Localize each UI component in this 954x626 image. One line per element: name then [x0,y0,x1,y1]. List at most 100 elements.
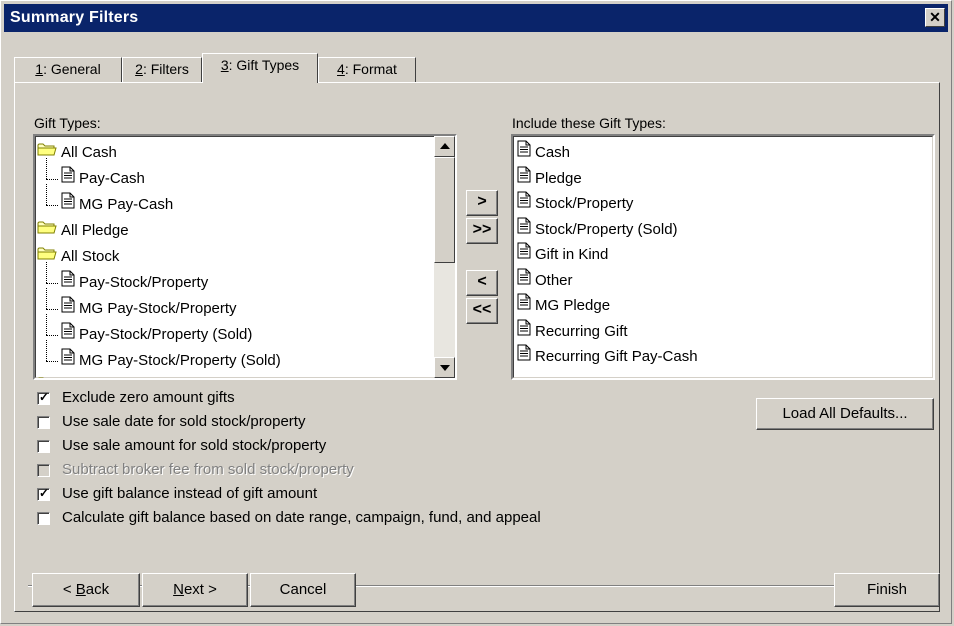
include-item[interactable]: Cash [517,140,570,166]
document-icon [61,192,75,218]
tree-line [46,205,58,206]
include-item[interactable]: Recurring Gift Pay-Cash [517,344,698,370]
gift-type-item[interactable]: MG Pay-Stock/Property (Sold) [61,348,281,374]
gift-types-label: Gift Types: [34,115,101,131]
gift-type-label: Pay-Cash [79,170,145,187]
gift-type-item[interactable]: All Pledge [37,218,129,244]
tree-line [46,158,47,179]
tab-gift-types[interactable]: 3: Gift Types [202,53,318,83]
option-checkbox[interactable]: ✓ [37,390,50,405]
document-icon [61,166,75,192]
finish-button[interactable]: Finish [834,573,940,607]
option-checkbox[interactable]: ✓ [37,486,50,501]
include-item-label: Cash [535,144,571,161]
checkmark-icon: ✓ [39,486,50,500]
document-icon [517,344,531,370]
gift-type-item[interactable]: MG Pay-Stock/Property [61,296,237,322]
folder-icon [37,218,57,244]
include-item-label: Stock/Property [535,195,634,212]
gift-type-item[interactable]: All Cash [37,140,117,166]
gift-type-item[interactable]: Pay-Stock/Property (Sold) [61,322,252,348]
include-item-label: Recurring Gift [535,322,628,340]
tab-format[interactable]: 4: Format [318,57,416,82]
include-item-label: Pledge [535,169,582,187]
remove-all-button[interactable]: << [466,298,498,324]
document-icon [517,268,531,294]
gift-type-label: All Stock [61,248,120,265]
gift-type-item[interactable]: All Stock [37,244,119,270]
option-label[interactable]: Use sale amount for sold stock/property [62,437,326,454]
tree-line [46,262,47,283]
document-icon [517,319,531,345]
tree-line [46,361,58,362]
include-item-label: Recurring Gift Pay-Cash [535,348,698,365]
tree-line [46,179,58,180]
document-icon [61,348,75,374]
remove-button[interactable]: < [466,270,498,296]
window-title: Summary Filters [10,9,139,26]
tree-line [46,283,58,284]
tree-line [46,184,47,205]
gift-type-label: All Pledge [61,222,129,239]
option-label[interactable]: Use sale date for sold stock/property [62,413,305,430]
gift-types-tree[interactable]: All Cash Pay-Cash MG Pay-Cash All Pledge All… [33,134,457,380]
include-item[interactable]: Recurring Gift [517,319,628,345]
include-item[interactable]: Pledge [517,166,582,192]
add-button[interactable]: > [466,190,498,216]
include-item-label: MG Pledge [535,297,611,314]
gift-type-label: Pay-Stock/Property (Sold) [79,326,253,343]
include-item-label: Other [535,271,573,289]
close-button[interactable]: ✕ [925,8,945,27]
option-label[interactable]: Exclude zero amount gifts [62,389,235,406]
include-item[interactable]: Stock/Property [517,191,633,217]
gift-type-label: MG Pay-Cash [79,196,174,213]
cancel-button[interactable]: Cancel [250,573,356,607]
include-item[interactable]: MG Pledge [517,293,610,319]
tree-line [46,340,47,361]
arrow-up-icon [440,143,450,149]
gift-types-scrollbar[interactable] [434,136,455,378]
scroll-down-button[interactable] [434,357,455,378]
document-icon [517,242,531,268]
option-label: Subtract broker fee from sold stock/prop… [62,461,354,478]
include-item[interactable]: Other [517,268,573,294]
option-label[interactable]: Use gift balance instead of gift amount [62,485,317,502]
document-icon [517,166,531,192]
include-gift-types-list[interactable]: Cash Pledge Stock/Property Stock/Property (… [511,134,935,380]
option-checkbox[interactable] [37,440,50,453]
include-item-label: Gift in Kind [535,246,609,263]
add-all-button[interactable]: >> [466,218,498,244]
gift-type-item[interactable]: Pay-Stock/Property [61,270,208,296]
tree-line [46,288,47,309]
next-button[interactable]: Next > [142,573,248,607]
tab-general[interactable]: 1: General [14,57,122,82]
tree-line [46,314,47,335]
checkmark-icon: ✓ [39,390,50,404]
tab-filters[interactable]: 2: Filters [122,57,202,82]
option-checkbox[interactable] [37,416,50,429]
include-item[interactable]: Stock/Property (Sold) [517,217,678,243]
include-label: Include these Gift Types: [512,115,666,131]
title-bar[interactable]: Summary Filters ✕ [4,4,948,32]
gift-type-label: All Cash [61,144,117,161]
document-icon [517,140,531,166]
gift-type-item[interactable]: MG Pay-Cash [61,192,173,218]
folder-icon [37,244,57,270]
include-item[interactable]: Gift in Kind [517,242,608,268]
option-label[interactable]: Calculate gift balance based on date ran… [62,509,541,526]
load-all-defaults-button[interactable]: Load All Defaults... [756,398,934,430]
back-button[interactable]: < Back [32,573,140,607]
gift-type-label: MG Pay-Stock/Property [79,300,237,317]
gift-type-item[interactable]: All Gifts In Kind [37,374,164,380]
tree-line [46,309,58,310]
gift-type-label: All Gifts In Kind [61,378,164,380]
document-icon [517,191,531,217]
arrow-down-icon [440,365,450,371]
close-icon: ✕ [929,9,941,25]
option-checkbox[interactable] [37,512,50,525]
gift-type-item[interactable]: Pay-Cash [61,166,145,192]
option-checkbox [37,464,50,477]
scroll-thumb[interactable] [434,157,455,263]
scroll-up-button[interactable] [434,136,455,157]
document-icon [61,322,75,348]
